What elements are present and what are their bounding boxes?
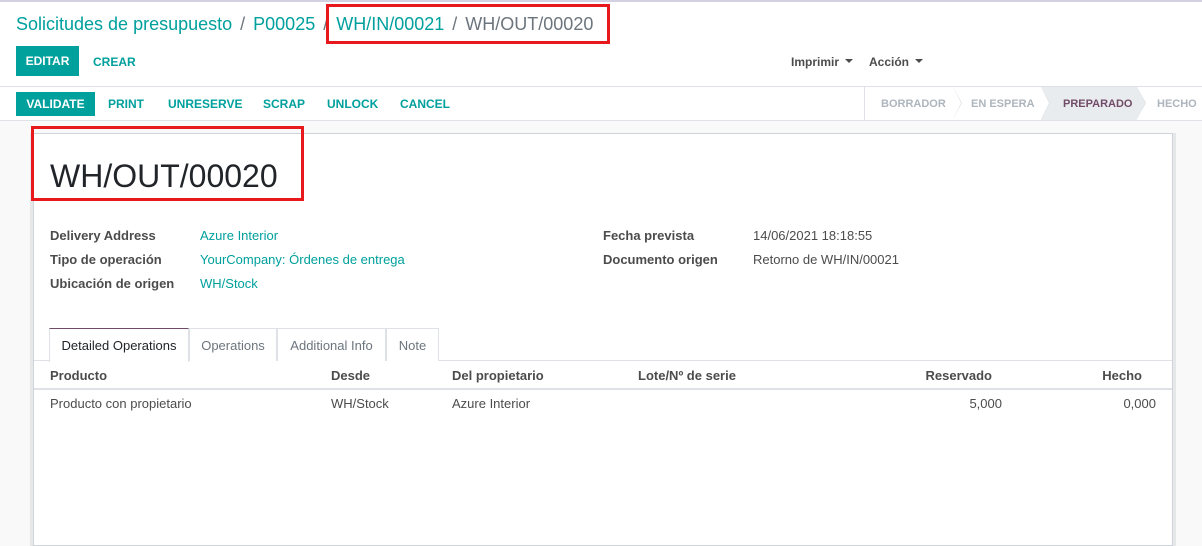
source-document-value: Retorno de WH/IN/00021 (753, 252, 899, 267)
caret-down-icon (845, 59, 854, 63)
delivery-address-value[interactable]: Azure Interior (200, 228, 278, 244)
breadcrumb-item-rfq[interactable]: Solicitudes de presupuesto (16, 14, 232, 34)
caret-down-icon (915, 59, 924, 63)
scrap-button[interactable]: SCRAP (263, 96, 305, 112)
cell-done: 0,000 (1123, 396, 1156, 411)
notebook-tabs: Detailed Operations Operations Additiona… (34, 328, 1172, 362)
print-dropdown-label: Imprimir (791, 55, 840, 69)
operation-type-value[interactable]: YourCompany: Órdenes de entrega (200, 252, 405, 268)
unreserve-button[interactable]: UNRESERVE (168, 96, 242, 112)
source-location-value[interactable]: WH/Stock (200, 276, 258, 292)
column-header-reserved[interactable]: Reservado (892, 368, 992, 384)
source-location-label: Ubicación de origen (50, 276, 175, 291)
tab-note[interactable]: Note (386, 328, 439, 361)
validate-button[interactable]: VALIDATE (16, 92, 95, 116)
operation-type-label: Tipo de operación (50, 252, 162, 267)
statusbar: VALIDATE PRINT UNRESERVE SCRAP UNLOCK CA… (0, 86, 1202, 121)
column-header-from[interactable]: Desde (331, 368, 370, 384)
column-header-lot-serial[interactable]: Lote/Nº de serie (638, 368, 736, 384)
print-dropdown[interactable]: Imprimir (791, 54, 854, 70)
source-document-label: Documento origen (603, 252, 718, 267)
edit-button[interactable]: EDITAR (16, 46, 79, 76)
breadcrumb-item-purchase-order[interactable]: P00025 (253, 14, 315, 34)
delivery-address-label: Delivery Address (50, 228, 156, 243)
cell-reserved: 5,000 (969, 396, 1002, 411)
stage-ready[interactable]: PREPARADO (1041, 87, 1146, 120)
action-dropdown-label: Acción (869, 55, 910, 69)
tab-additional-info[interactable]: Additional Info (277, 328, 386, 361)
breadcrumb-separator: / (452, 14, 458, 34)
stage-waiting[interactable]: EN ESPERA (953, 87, 1050, 120)
breadcrumb-item-receipt[interactable]: WH/IN/00021 (336, 14, 444, 34)
breadcrumb-separator: / (240, 14, 246, 34)
breadcrumb-separator: / (323, 14, 329, 34)
stage-pipeline: BORRADOR EN ESPERA PREPARADO HECHO (864, 87, 1202, 120)
stage-draft[interactable]: BORRADOR (865, 87, 962, 120)
record-title: WH/OUT/00020 (50, 158, 278, 194)
table-header-divider (34, 388, 1172, 390)
cell-from: WH/Stock (331, 396, 389, 411)
column-header-product[interactable]: Producto (50, 368, 107, 384)
tab-detailed-operations[interactable]: Detailed Operations (49, 328, 189, 362)
column-header-owner[interactable]: Del propietario (452, 368, 544, 384)
column-header-done[interactable]: Hecho (1042, 368, 1142, 384)
stage-done[interactable]: HECHO (1137, 87, 1202, 120)
breadcrumb-current: WH/OUT/00020 (465, 14, 594, 34)
scheduled-date-label: Fecha prevista (603, 228, 695, 243)
unlock-button[interactable]: UNLOCK (327, 96, 378, 112)
breadcrumb: Solicitudes de presupuesto / P00025 / WH/IN/… (16, 12, 593, 36)
create-button[interactable]: CREAR (93, 54, 136, 70)
cell-product: Producto con propietario (50, 396, 192, 411)
top-accent-bar (0, 0, 1202, 2)
scheduled-date-value: 14/06/2021 18:18:55 (753, 228, 873, 243)
print-button[interactable]: PRINT (108, 96, 144, 112)
action-dropdown[interactable]: Acción (869, 54, 924, 70)
cell-owner: Azure Interior (452, 396, 531, 411)
cancel-button[interactable]: CANCEL (400, 96, 450, 112)
tab-operations[interactable]: Operations (189, 328, 277, 361)
